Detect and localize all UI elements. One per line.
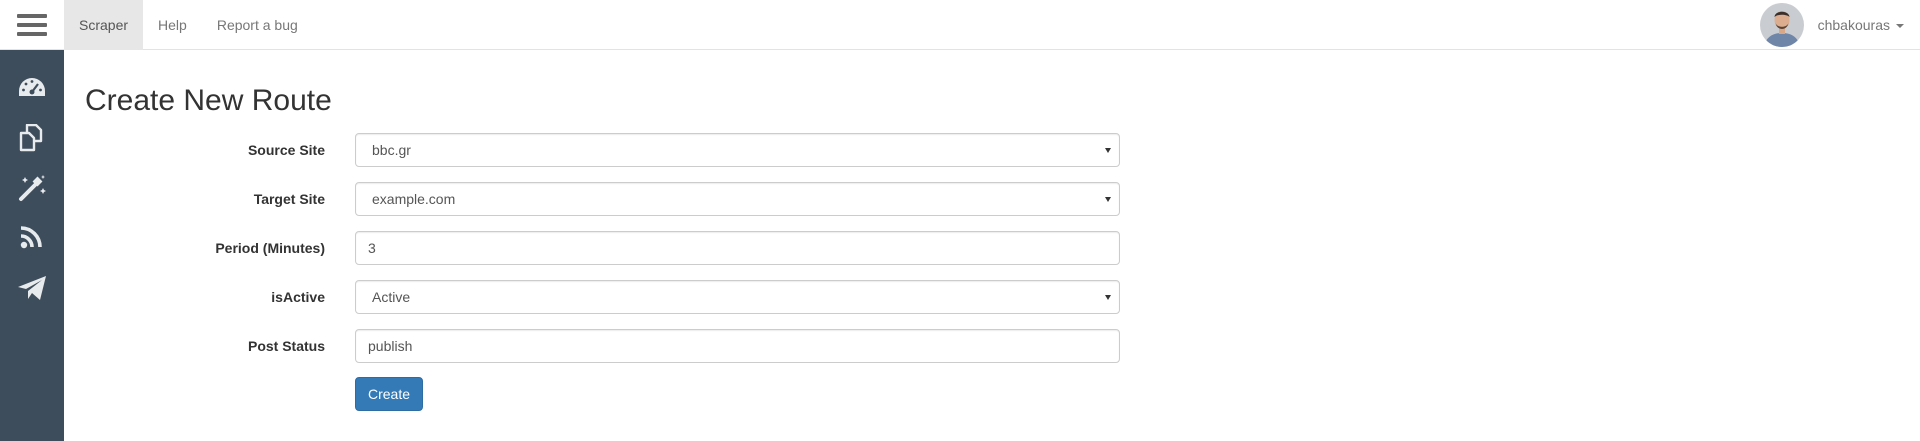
user-avatar bbox=[1759, 3, 1804, 47]
sidebar-item-rss[interactable] bbox=[0, 215, 64, 265]
nav-link-help[interactable]: Help bbox=[143, 0, 202, 50]
period-input[interactable] bbox=[355, 231, 1120, 265]
top-navbar: Scraper Help Report a bug chbakouras bbox=[0, 0, 1920, 50]
form-row-post-status: Post Status bbox=[85, 329, 1135, 363]
chevron-down-icon bbox=[1105, 148, 1111, 153]
target-site-value: example.com bbox=[372, 191, 456, 207]
source-site-value: bbc.gr bbox=[372, 142, 411, 158]
form-row-target-site: Target Site example.com bbox=[85, 182, 1135, 216]
chevron-down-icon bbox=[1105, 197, 1111, 202]
sidebar-item-dashboard[interactable] bbox=[0, 65, 64, 115]
nav-link-scraper[interactable]: Scraper bbox=[64, 0, 144, 50]
page-title: Create New Route bbox=[85, 84, 332, 117]
form-row-is-active: isActive Active bbox=[85, 280, 1135, 314]
username: chbakouras bbox=[1817, 17, 1890, 33]
create-button[interactable]: Create bbox=[355, 377, 424, 411]
form-row-source-site: Source Site bbc.gr bbox=[85, 133, 1135, 167]
nav-links: Scraper Help Report a bug bbox=[64, 0, 313, 50]
chevron-down-icon bbox=[1105, 295, 1111, 300]
is-active-label: isActive bbox=[271, 289, 325, 305]
copy-icon bbox=[17, 123, 47, 157]
magic-wand-icon bbox=[17, 174, 47, 207]
target-site-select[interactable]: example.com bbox=[355, 182, 1120, 216]
post-status-label: Post Status bbox=[247, 338, 325, 354]
user-menu[interactable]: chbakouras bbox=[1759, 0, 1904, 50]
is-active-value: Active bbox=[372, 289, 411, 305]
source-site-label: Source Site bbox=[247, 142, 325, 158]
nav-link-report-bug[interactable]: Report a bug bbox=[202, 0, 313, 50]
hamburger-menu-icon[interactable] bbox=[0, 0, 64, 50]
post-status-input[interactable] bbox=[355, 329, 1120, 363]
form-row-period: Period (Minutes) bbox=[85, 231, 1135, 265]
sidebar-item-copy[interactable] bbox=[0, 115, 64, 165]
sidebar bbox=[0, 50, 64, 441]
paper-plane-icon bbox=[16, 274, 48, 307]
source-site-select[interactable]: bbc.gr bbox=[355, 133, 1120, 167]
is-active-select[interactable]: Active bbox=[355, 280, 1120, 314]
caret-down-icon bbox=[1896, 24, 1904, 28]
sidebar-item-send[interactable] bbox=[0, 265, 64, 315]
dashboard-icon bbox=[17, 76, 47, 105]
period-label: Period (Minutes) bbox=[215, 240, 325, 256]
target-site-label: Target Site bbox=[253, 191, 325, 207]
rss-icon bbox=[17, 225, 47, 256]
sidebar-item-magic[interactable] bbox=[0, 165, 64, 215]
